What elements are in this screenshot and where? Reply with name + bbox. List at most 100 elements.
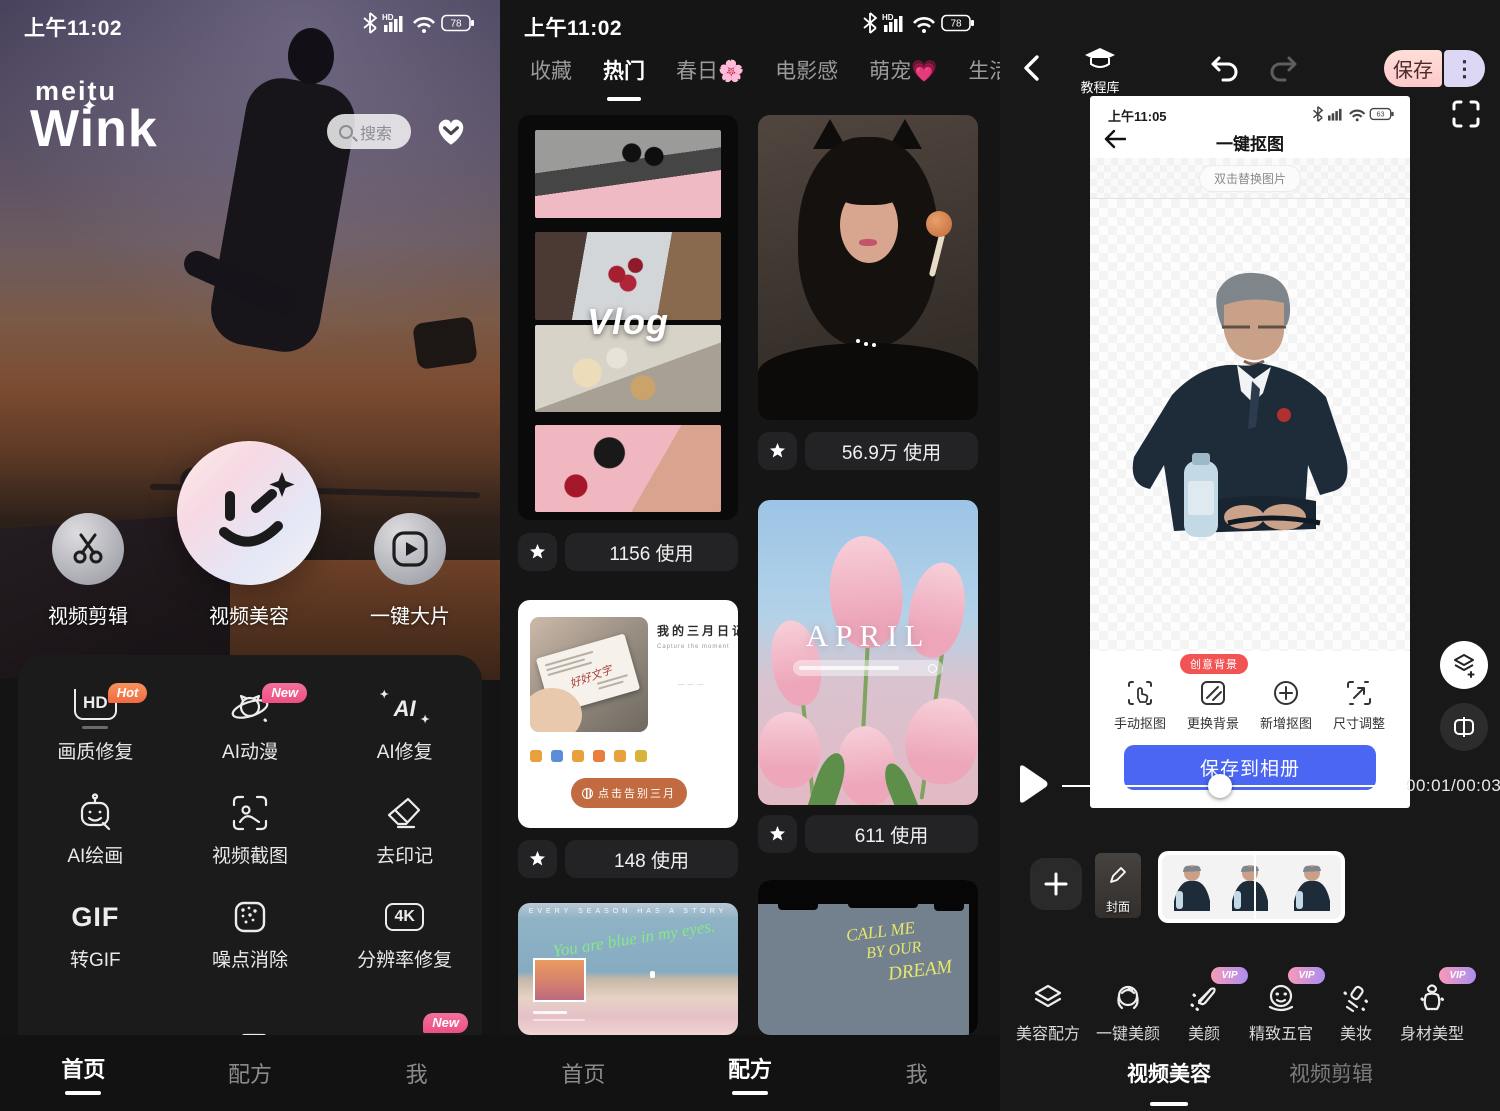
template-card-girl[interactable]: [758, 115, 978, 420]
add-layer-button[interactable]: [1440, 641, 1488, 689]
nav-home[interactable]: 首页: [500, 1057, 667, 1089]
tool-add-cutout[interactable]: 新增抠图: [1249, 678, 1323, 732]
toolbar-partial[interactable]: 手: [1472, 983, 1500, 1044]
tab-pets[interactable]: 萌宠💗: [869, 55, 937, 85]
template-card-beach[interactable]: EVERY SEASON HAS A STORY You are blue in…: [518, 903, 738, 1035]
template-card-april[interactable]: APRIL: [758, 500, 978, 805]
new-badge: New: [262, 683, 307, 703]
plus-icon: [1043, 871, 1069, 897]
cover-thumbnail[interactable]: 封面: [1095, 853, 1141, 918]
svg-text:78: 78: [950, 19, 962, 30]
feature-video-snapshot[interactable]: 视频截图: [173, 779, 328, 883]
april-actions: 611 使用: [758, 815, 978, 853]
template-card-dream[interactable]: CALL ME BY OUR DREAM: [758, 880, 978, 1035]
feature-hd-repair[interactable]: Hot HD 画质修复: [18, 675, 173, 779]
necklace: [856, 339, 860, 343]
template-card-march-diary[interactable]: 好好文字 我的三月日记 Capture the moment — — — 点击告…: [518, 600, 738, 828]
one-tap-film-button[interactable]: [374, 513, 446, 585]
favorite-button[interactable]: [758, 432, 797, 470]
video-beauty-button[interactable]: [177, 441, 321, 585]
tab-spring[interactable]: 春日🌸: [676, 55, 744, 85]
favorite-button[interactable]: [758, 815, 797, 853]
tool-replace-bg[interactable]: 更换背景: [1176, 678, 1250, 732]
feature-to-gif[interactable]: GIF 转GIF: [18, 883, 173, 987]
add-clip-button[interactable]: [1030, 858, 1082, 910]
cutout-man[interactable]: [1132, 265, 1372, 555]
vip-heart-icon[interactable]: [432, 112, 470, 150]
feature-ai-paint[interactable]: AI绘画: [18, 779, 173, 883]
clip-frame-3: [1290, 861, 1334, 913]
feature-partial-2[interactable]: [173, 987, 328, 1035]
compare-button[interactable]: [1440, 703, 1488, 751]
new-badge-partial: New: [423, 1013, 468, 1033]
tutorial-library-button[interactable]: 教程库: [1070, 46, 1130, 96]
play-button[interactable]: [1012, 762, 1052, 806]
beach-inset-photo: [533, 958, 586, 1002]
vip-badge: VIP: [1211, 967, 1248, 984]
toolbar-one-tap-beauty[interactable]: 一键美颜: [1089, 983, 1167, 1044]
feature-resolution-repair[interactable]: 4K 分辨率修复: [327, 883, 482, 987]
canvas-title: 一键抠图: [1090, 130, 1410, 155]
transparency-area: [1090, 199, 1410, 651]
nav-home[interactable]: 首页: [0, 1052, 167, 1095]
more-menu-button[interactable]: ⋮: [1444, 50, 1485, 87]
vlog-title: Vlog: [518, 301, 738, 343]
tab-cinematic[interactable]: 电影感: [775, 55, 838, 85]
toolbar-beauty-recipe[interactable]: 美容配方: [1009, 983, 1087, 1044]
selected-clip[interactable]: [1158, 851, 1345, 923]
toolbar-beauty[interactable]: VIP 美颜: [1165, 983, 1243, 1044]
tool-resize[interactable]: 尺寸调整: [1322, 678, 1396, 732]
nav-me[interactable]: 我: [333, 1057, 500, 1089]
vip-badge: VIP: [1288, 967, 1325, 984]
feature-ai-repair[interactable]: AI✦✦ AI修复: [327, 675, 482, 779]
save-button[interactable]: 保存: [1384, 50, 1442, 87]
use-button[interactable]: 56.9万 使用: [805, 432, 978, 470]
battery-level: 78: [450, 19, 462, 30]
tab-favorites[interactable]: 收藏: [530, 55, 572, 85]
tab-hot[interactable]: 热门: [603, 55, 645, 85]
redo-button[interactable]: [1268, 54, 1302, 84]
search-input[interactable]: 搜索: [327, 114, 411, 149]
video-edit-button[interactable]: [52, 513, 124, 585]
status-icons: HD 78: [862, 11, 980, 35]
template-card-vlog[interactable]: Vlog: [518, 115, 738, 520]
save-to-album-button[interactable]: 保存到相册: [1124, 745, 1376, 790]
wink-face-icon: [194, 458, 304, 568]
feature-remove-mark[interactable]: 去印记: [327, 779, 482, 883]
toolbar-makeup[interactable]: 美妆: [1317, 983, 1395, 1044]
feature-denoise[interactable]: 噪点消除: [173, 883, 328, 987]
nav-me[interactable]: 我: [833, 1057, 1000, 1089]
template-feed-screen: 上午11:02 HD 78 收藏 热门 春日🌸 电影感 萌宠💗 生活 Vlog …: [500, 0, 1000, 1111]
feature-ai-anime[interactable]: New AI动漫: [173, 675, 328, 779]
vip-badge: VIP: [1439, 967, 1476, 984]
nav-recipes[interactable]: 配方: [167, 1057, 334, 1089]
toolbar-body-shape[interactable]: VIP 身材美型: [1393, 983, 1471, 1044]
clip-divider: [1254, 855, 1256, 919]
search-icon: [339, 125, 353, 139]
replace-bg-icon: [1198, 678, 1228, 708]
tab-video-edit[interactable]: 视频剪辑: [1289, 1058, 1373, 1088]
use-button[interactable]: 611 使用: [805, 815, 978, 853]
toolbar-fine-features[interactable]: VIP 精致五官: [1242, 983, 1320, 1044]
favorite-button[interactable]: [518, 840, 557, 878]
timeline-handle[interactable]: [1208, 774, 1232, 798]
clip-frame-1: [1170, 861, 1214, 913]
feature-partial-3[interactable]: New: [327, 987, 482, 1035]
feature-partial-1[interactable]: [18, 987, 173, 1035]
tab-video-beauty[interactable]: 视频美容: [1127, 1058, 1211, 1088]
diary-emoji-row: [530, 750, 647, 762]
face-features-icon: [1266, 983, 1296, 1013]
tab-life[interactable]: 生活: [968, 55, 1000, 85]
edit-canvas[interactable]: 上午11:05 63 一键抠图 双击替换图片: [1090, 96, 1410, 808]
diary-cta-button[interactable]: 点击告别三月: [571, 778, 687, 808]
use-button[interactable]: 148 使用: [565, 840, 738, 878]
timeline-track[interactable]: [1062, 785, 1408, 787]
fullscreen-icon[interactable]: [1452, 100, 1480, 128]
girl-actions: 56.9万 使用: [758, 432, 978, 470]
back-button[interactable]: [1020, 53, 1044, 83]
nav-recipes[interactable]: 配方: [667, 1052, 834, 1095]
undo-button[interactable]: [1206, 54, 1240, 84]
use-button[interactable]: 1156 使用: [565, 533, 738, 571]
favorite-button[interactable]: [518, 533, 557, 571]
tool-manual-cutout[interactable]: 手动抠图: [1103, 678, 1177, 732]
